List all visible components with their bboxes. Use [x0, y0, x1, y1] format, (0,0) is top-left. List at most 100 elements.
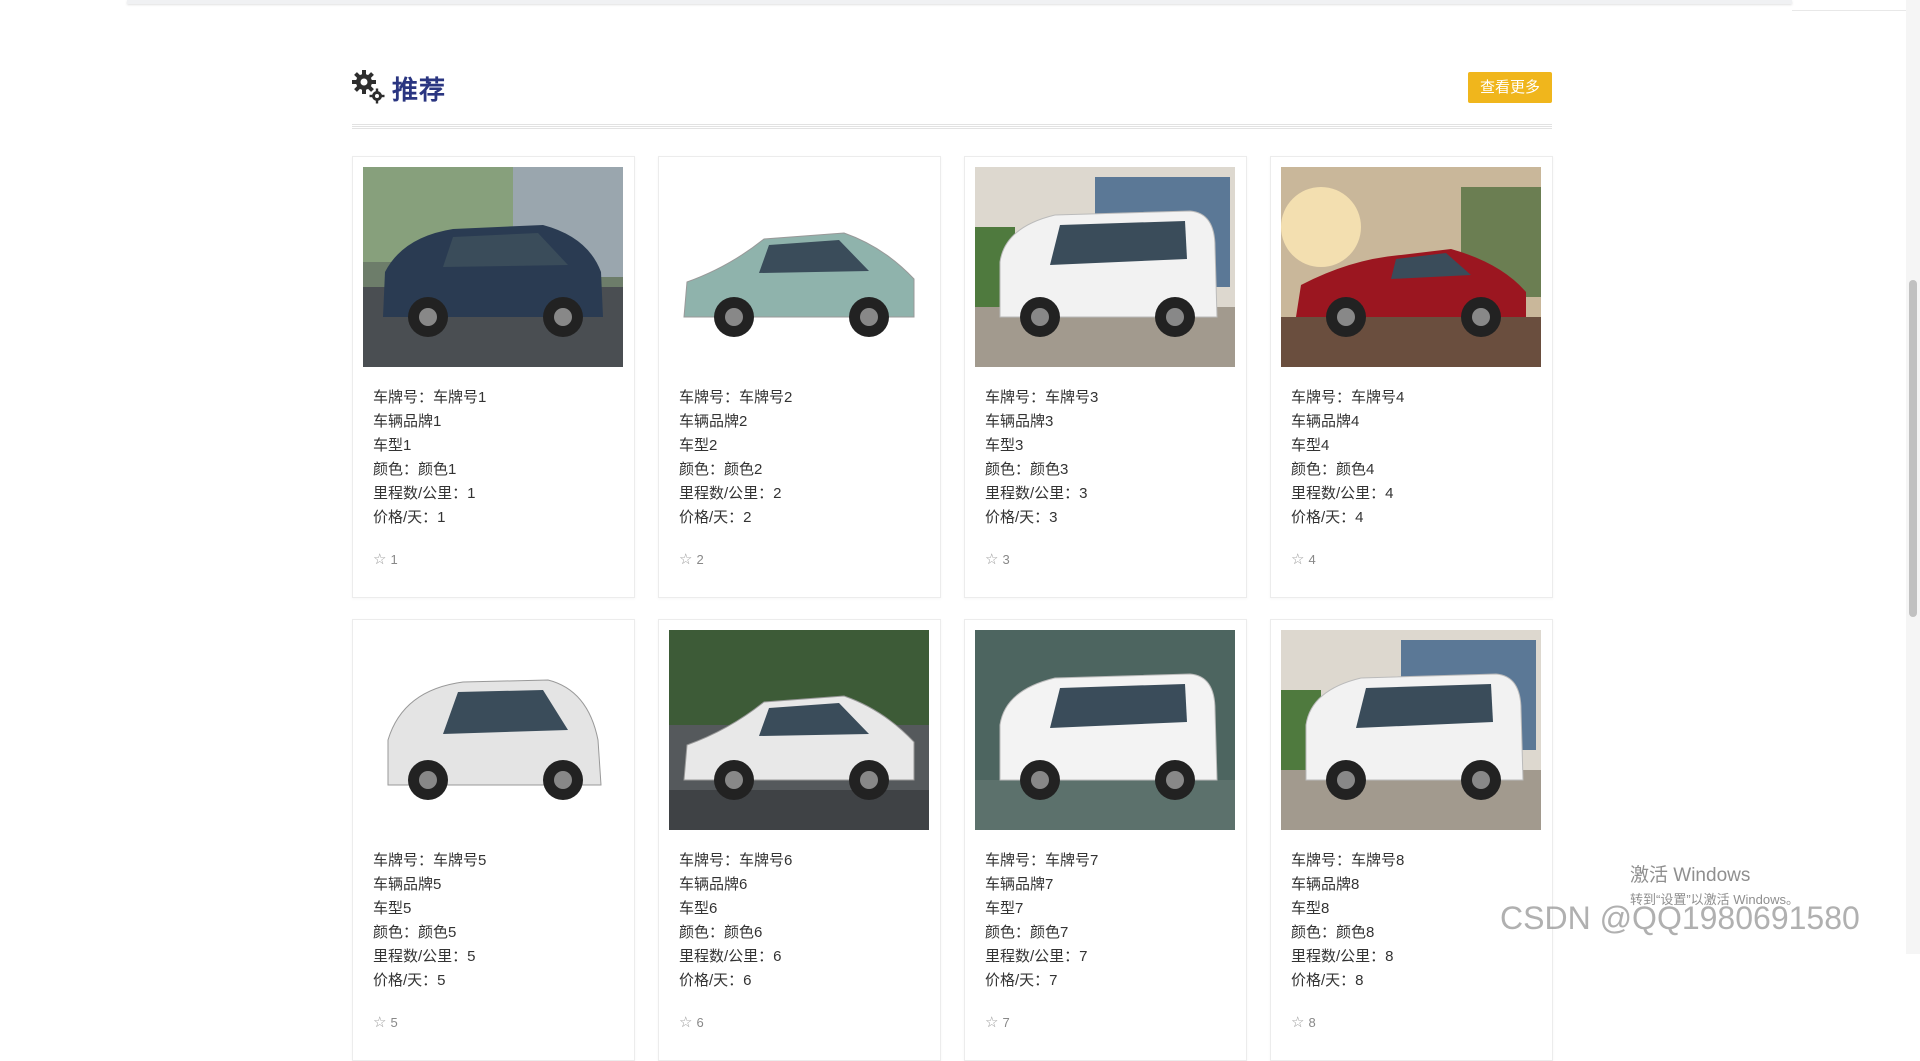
watermark-title: 激活 Windows [1630, 865, 1751, 886]
top-nav-bar [127, 0, 1792, 4]
car-model: 车型4 [1291, 437, 1330, 454]
car-photo [669, 167, 929, 367]
car-price: 价格/天：4 [1291, 509, 1364, 526]
star-count: 4 [1308, 552, 1316, 567]
scrollbar-thumb[interactable] [1909, 280, 1917, 617]
car-info: 车牌号：车牌号8 车辆品牌8 车型8 颜色：颜色8 里程数/公里：8 价格/天：8 [1291, 849, 1404, 993]
car-brand: 车辆品牌1 [373, 413, 442, 430]
star-icon: ☆ [985, 551, 999, 568]
favorite-count[interactable]: ☆ 5 [373, 1013, 398, 1031]
car-color: 颜色：颜色2 [679, 461, 763, 478]
page-scrollbar[interactable] [1906, 0, 1920, 954]
star-count: 6 [696, 1015, 704, 1030]
car-card[interactable]: 车牌号：车牌号3 车辆品牌3 车型3 颜色：颜色3 里程数/公里：3 价格/天：3 ☆ 3 [964, 156, 1247, 598]
gears-icon [352, 70, 385, 104]
car-mileage: 里程数/公里：2 [679, 485, 782, 502]
car-card[interactable]: 车牌号：车牌号7 车辆品牌7 车型7 颜色：颜色7 里程数/公里：7 价格/天：7 ☆ 7 [964, 619, 1247, 1061]
car-brand: 车辆品牌4 [1291, 413, 1360, 430]
car-info: 车牌号：车牌号1 车辆品牌1 车型1 颜色：颜色1 里程数/公里：1 价格/天：1 [373, 386, 486, 530]
star-count: 3 [1002, 552, 1010, 567]
car-plate: 车牌号：车牌号1 [373, 389, 487, 406]
car-model: 车型6 [679, 900, 718, 917]
section-title: 推荐 [392, 75, 447, 105]
car-brand: 车辆品牌3 [985, 413, 1054, 430]
car-info: 车牌号：车牌号6 车辆品牌6 车型6 颜色：颜色6 里程数/公里：6 价格/天：6 [679, 849, 792, 993]
car-brand: 车辆品牌8 [1291, 876, 1360, 893]
star-icon: ☆ [679, 1014, 693, 1031]
car-info: 车牌号：车牌号7 车辆品牌7 车型7 颜色：颜色7 里程数/公里：7 价格/天：7 [985, 849, 1098, 993]
car-mileage: 里程数/公里：7 [985, 948, 1088, 965]
car-price: 价格/天：5 [373, 972, 446, 989]
car-color: 颜色：颜色3 [985, 461, 1069, 478]
car-brand: 车辆品牌6 [679, 876, 748, 893]
car-photo [669, 630, 929, 830]
car-price: 价格/天：7 [985, 972, 1058, 989]
star-count: 2 [696, 552, 704, 567]
car-color: 颜色：颜色4 [1291, 461, 1375, 478]
car-image[interactable] [669, 167, 929, 367]
car-price: 价格/天：8 [1291, 972, 1364, 989]
car-color: 颜色：颜色1 [373, 461, 457, 478]
car-image[interactable] [363, 630, 623, 830]
car-model: 车型2 [679, 437, 718, 454]
car-photo [975, 167, 1235, 367]
favorite-count[interactable]: ☆ 7 [985, 1013, 1010, 1031]
view-more-button[interactable]: 查看更多 [1468, 72, 1552, 103]
car-card[interactable]: 车牌号：车牌号2 车辆品牌2 车型2 颜色：颜色2 里程数/公里：2 价格/天：2 ☆ 2 [658, 156, 941, 598]
car-price: 价格/天：2 [679, 509, 752, 526]
car-color: 颜色：颜色5 [373, 924, 457, 941]
car-card[interactable]: 车牌号：车牌号6 车辆品牌6 车型6 颜色：颜色6 里程数/公里：6 价格/天：6 ☆ 6 [658, 619, 941, 1061]
favorite-count[interactable]: ☆ 8 [1291, 1013, 1316, 1031]
car-price: 价格/天：6 [679, 972, 752, 989]
car-model: 车型7 [985, 900, 1024, 917]
car-plate: 车牌号：车牌号7 [985, 852, 1099, 869]
top-divider [1792, 10, 1920, 11]
car-brand: 车辆品牌7 [985, 876, 1054, 893]
car-mileage: 里程数/公里：1 [373, 485, 476, 502]
favorite-count[interactable]: ☆ 1 [373, 550, 398, 568]
car-model: 车型3 [985, 437, 1024, 454]
car-mileage: 里程数/公里：8 [1291, 948, 1394, 965]
car-card[interactable]: 车牌号：车牌号4 车辆品牌4 车型4 颜色：颜色4 里程数/公里：4 价格/天：4 ☆ 4 [1270, 156, 1553, 598]
car-image[interactable] [975, 167, 1235, 367]
favorite-count[interactable]: ☆ 3 [985, 550, 1010, 568]
star-count: 1 [390, 552, 398, 567]
car-photo [1281, 630, 1541, 830]
car-info: 车牌号：车牌号2 车辆品牌2 车型2 颜色：颜色2 里程数/公里：2 价格/天：2 [679, 386, 792, 530]
car-color: 颜色：颜色8 [1291, 924, 1375, 941]
car-image[interactable] [1281, 167, 1541, 367]
car-price: 价格/天：1 [373, 509, 446, 526]
car-color: 颜色：颜色7 [985, 924, 1069, 941]
car-plate: 车牌号：车牌号2 [679, 389, 793, 406]
car-mileage: 里程数/公里：4 [1291, 485, 1394, 502]
star-icon: ☆ [1291, 1014, 1305, 1031]
car-color: 颜色：颜色6 [679, 924, 763, 941]
car-brand: 车辆品牌5 [373, 876, 442, 893]
car-mileage: 里程数/公里：3 [985, 485, 1088, 502]
car-info: 车牌号：车牌号5 车辆品牌5 车型5 颜色：颜色5 里程数/公里：5 价格/天：5 [373, 849, 486, 993]
car-model: 车型5 [373, 900, 412, 917]
car-image[interactable] [1281, 630, 1541, 830]
car-card[interactable]: 车牌号：车牌号8 车辆品牌8 车型8 颜色：颜色8 里程数/公里：8 价格/天：8 ☆ 8 [1270, 619, 1553, 1061]
car-plate: 车牌号：车牌号5 [373, 852, 487, 869]
car-plate: 车牌号：车牌号6 [679, 852, 793, 869]
favorite-count[interactable]: ☆ 4 [1291, 550, 1316, 568]
car-info: 车牌号：车牌号4 车辆品牌4 车型4 颜色：颜色4 里程数/公里：4 价格/天：4 [1291, 386, 1404, 530]
car-brand: 车辆品牌2 [679, 413, 748, 430]
car-card[interactable]: 车牌号：车牌号5 车辆品牌5 车型5 颜色：颜色5 里程数/公里：5 价格/天：5 ☆ 5 [352, 619, 635, 1061]
car-image[interactable] [363, 167, 623, 367]
car-price: 价格/天：3 [985, 509, 1058, 526]
favorite-count[interactable]: ☆ 2 [679, 550, 704, 568]
car-photo [363, 167, 623, 367]
car-model: 车型1 [373, 437, 412, 454]
car-mileage: 里程数/公里：6 [679, 948, 782, 965]
star-icon: ☆ [1291, 551, 1305, 568]
car-card[interactable]: 车牌号：车牌号1 车辆品牌1 车型1 颜色：颜色1 里程数/公里：1 价格/天：1 ☆ 1 [352, 156, 635, 598]
star-count: 7 [1002, 1015, 1010, 1030]
car-plate: 车牌号：车牌号4 [1291, 389, 1405, 406]
car-photo [1281, 167, 1541, 367]
favorite-count[interactable]: ☆ 6 [679, 1013, 704, 1031]
car-image[interactable] [669, 630, 929, 830]
car-image[interactable] [975, 630, 1235, 830]
star-icon: ☆ [373, 1014, 387, 1031]
